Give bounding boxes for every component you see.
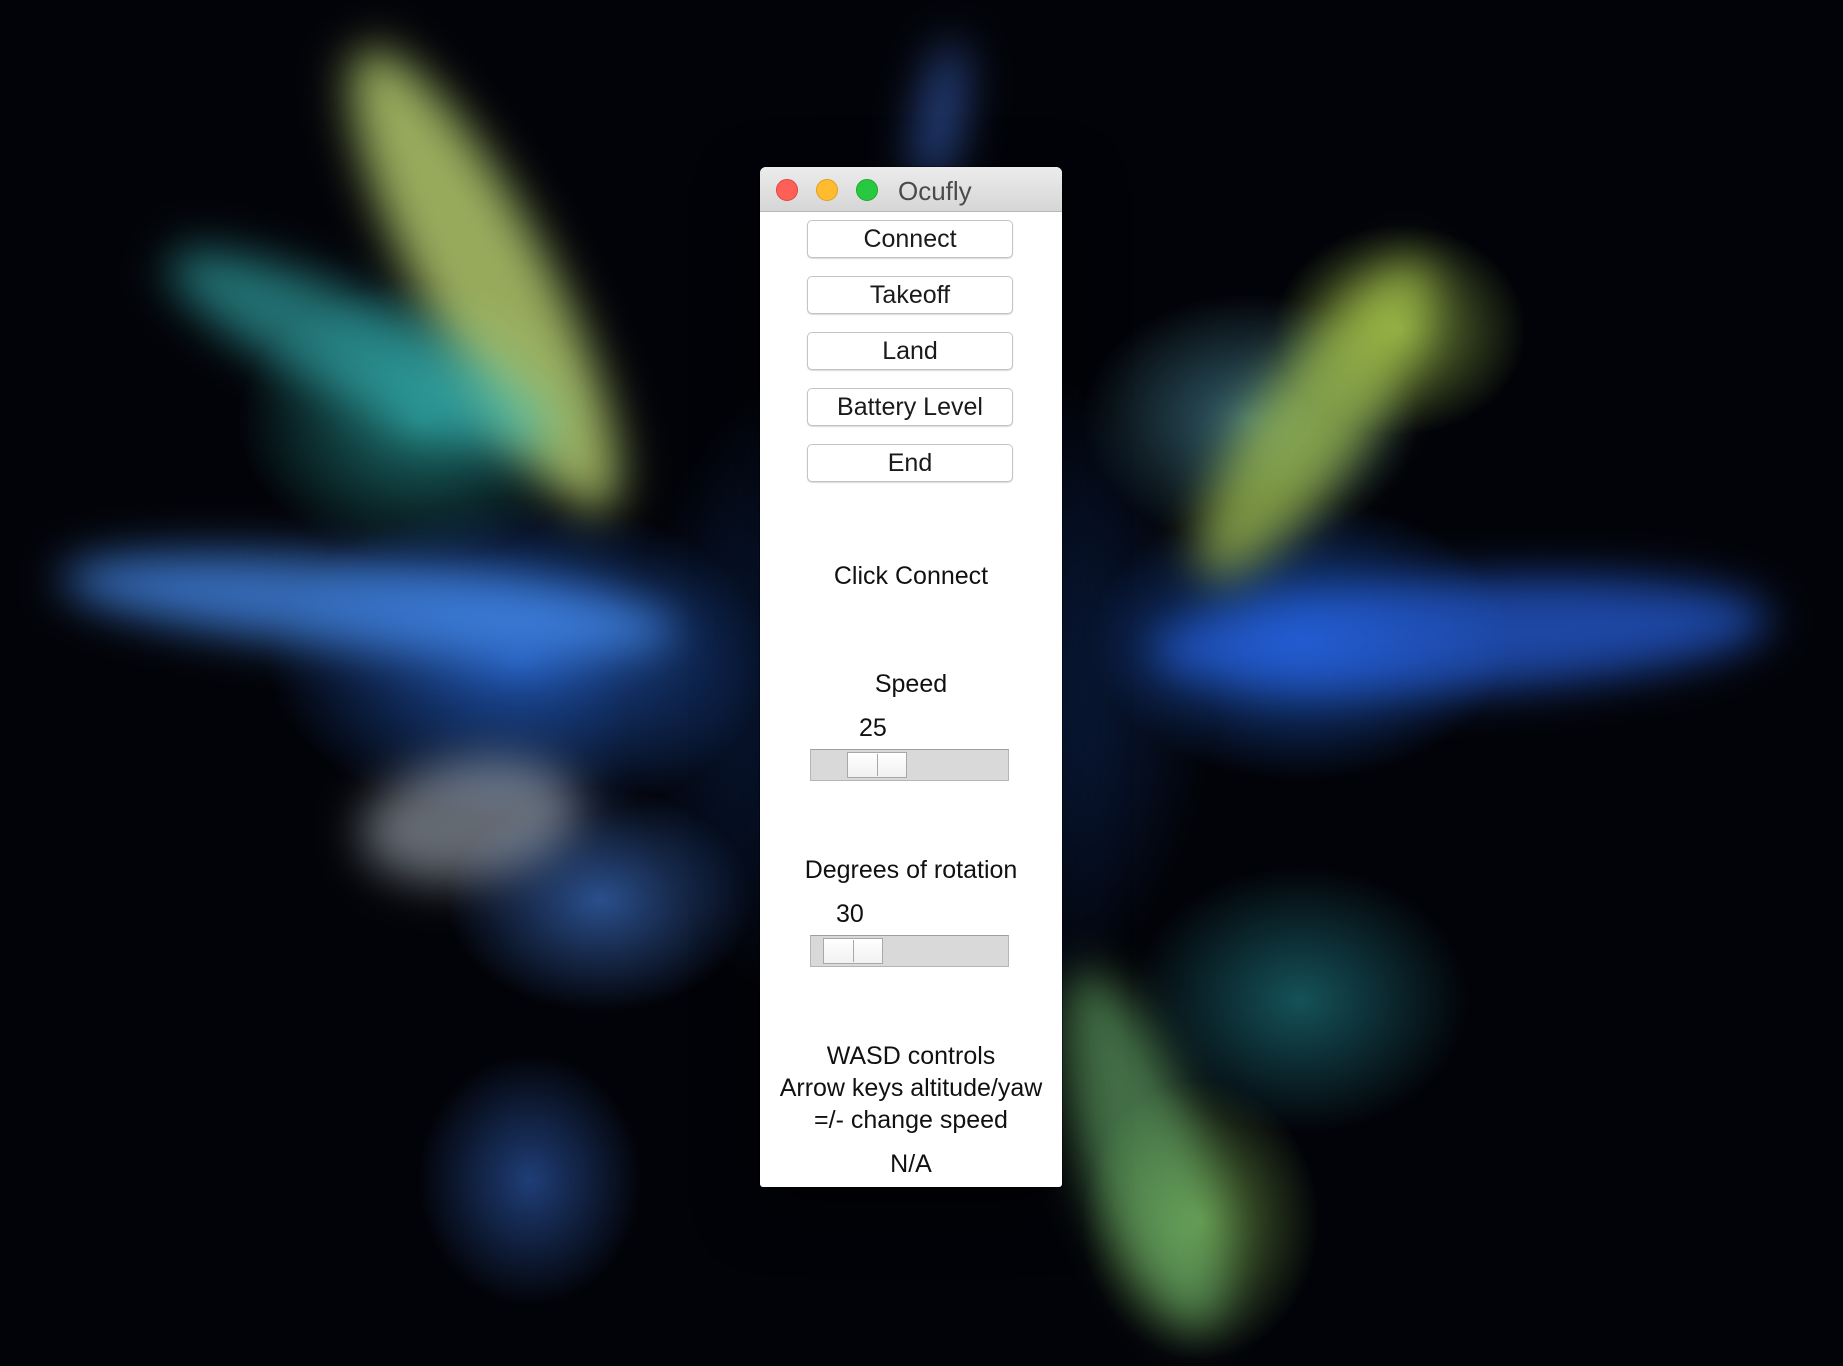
instructions-line-1: WASD controls xyxy=(826,1042,996,1070)
minimize-window-button[interactable] xyxy=(816,179,838,201)
title-bar[interactable]: Ocufly xyxy=(760,167,1062,212)
wallpaper-plume xyxy=(1147,563,1773,707)
wallpaper-plume xyxy=(351,741,589,899)
connect-button[interactable]: Connect xyxy=(807,220,1013,258)
end-button[interactable]: End xyxy=(807,444,1013,482)
wallpaper-plume xyxy=(1160,232,1470,608)
status-message: Click Connect xyxy=(833,562,989,590)
zoom-window-button[interactable] xyxy=(856,179,878,201)
speed-slider-thumb[interactable] xyxy=(847,752,907,778)
wallpaper-plume xyxy=(57,533,683,677)
battery-level-button[interactable]: Battery Level xyxy=(807,388,1013,426)
instructions-line-3: =/- change speed xyxy=(814,1106,1008,1134)
rotation-value: 30 xyxy=(836,900,864,928)
rotation-slider[interactable] xyxy=(810,935,1009,967)
speed-slider[interactable] xyxy=(810,749,1009,781)
speed-label: Speed xyxy=(874,670,948,698)
battery-value: N/A xyxy=(890,1150,932,1178)
instructions-line-2: Arrow keys altitude/yaw xyxy=(779,1074,1043,1102)
app-window: Ocufly Connect Takeoff Land Battery Leve… xyxy=(760,167,1062,1187)
rotation-label: Degrees of rotation xyxy=(804,856,1018,884)
close-window-button[interactable] xyxy=(776,179,798,201)
wallpaper-plume xyxy=(305,19,665,541)
takeoff-button[interactable]: Takeoff xyxy=(807,276,1013,314)
window-title: Ocufly xyxy=(898,176,972,206)
rotation-slider-thumb[interactable] xyxy=(823,938,883,964)
speed-value: 25 xyxy=(859,714,887,742)
land-button[interactable]: Land xyxy=(807,332,1013,370)
